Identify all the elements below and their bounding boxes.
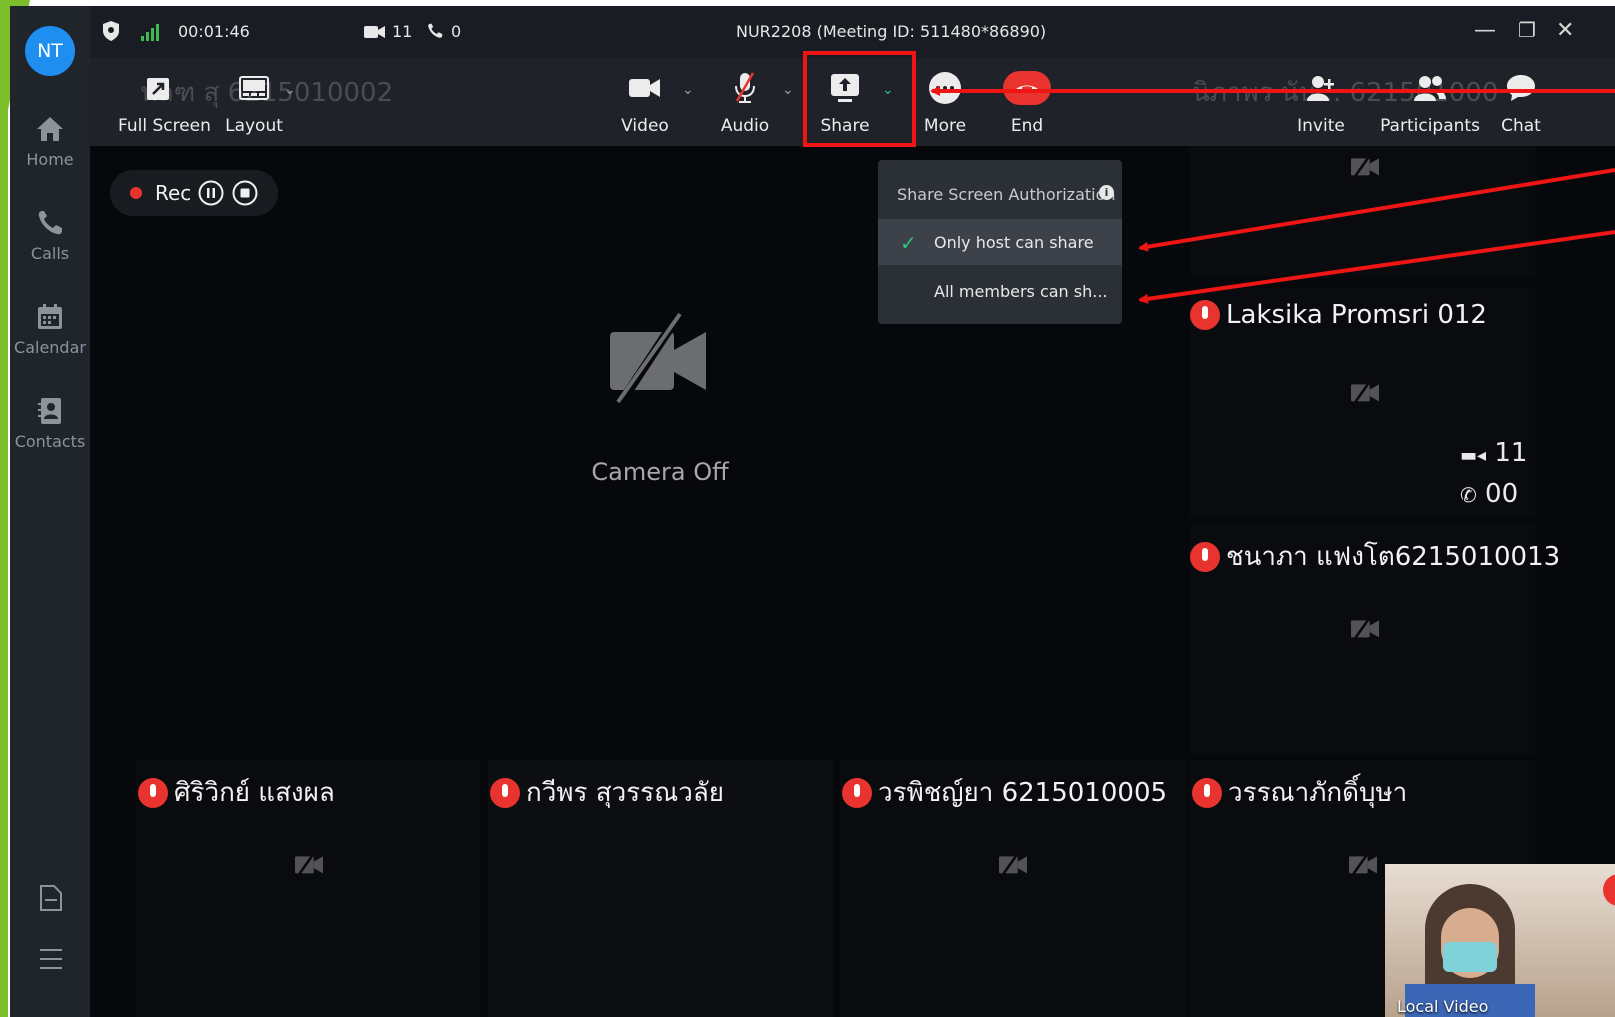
annotation-arrow-members-share [1138, 230, 1615, 304]
annotation-arrow-host-share [1138, 168, 1615, 252]
annotation-arrows [930, 86, 1615, 304]
